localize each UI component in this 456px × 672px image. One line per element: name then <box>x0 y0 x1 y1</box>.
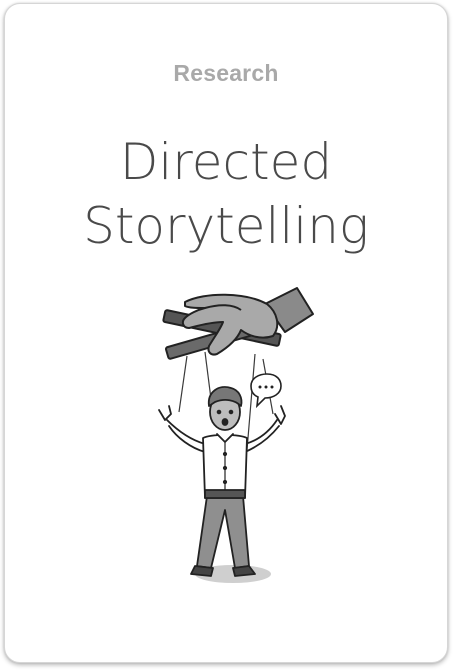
card-category: Research <box>173 60 279 86</box>
puppet-on-strings-illustration <box>158 287 314 583</box>
puppet-person <box>158 386 286 577</box>
speech-bubble <box>250 373 282 409</box>
card-title-line-2: Storytelling <box>83 197 369 255</box>
card-title: Directed Storytelling <box>5 130 447 258</box>
card-title-line-1: Directed <box>119 133 333 191</box>
method-card[interactable]: Research Directed Storytelling <box>4 3 448 663</box>
